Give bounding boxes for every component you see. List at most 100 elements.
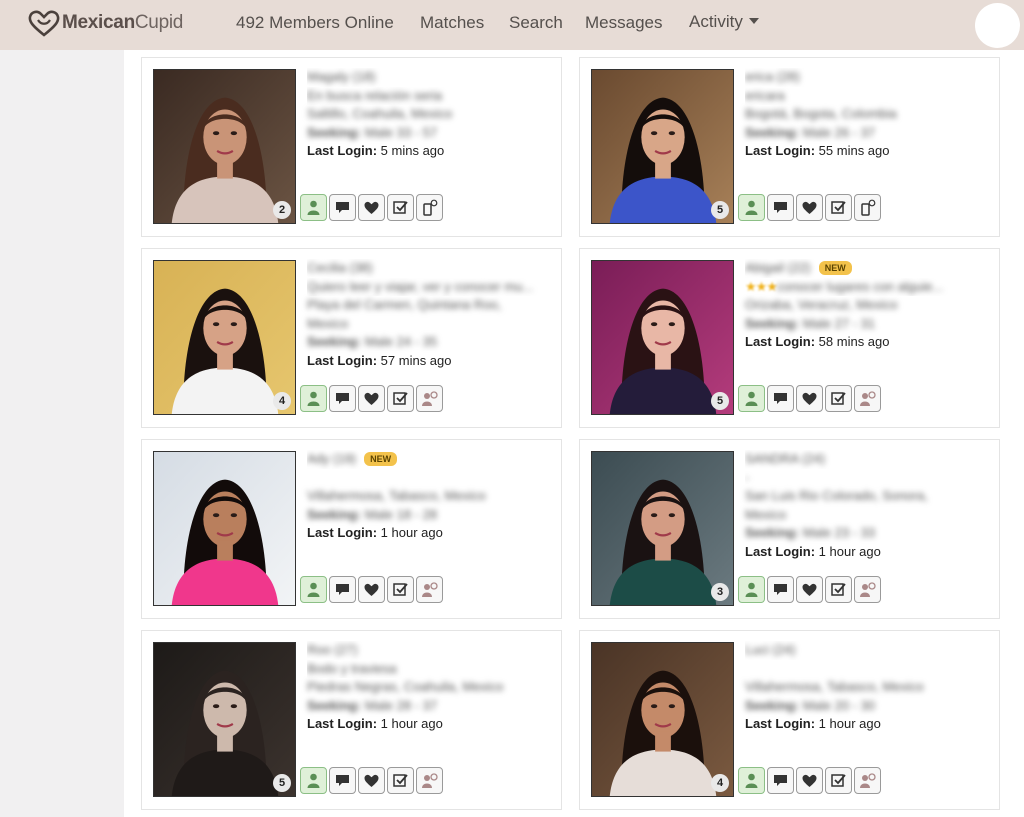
member-photo[interactable]: 2	[153, 69, 296, 224]
send-message-button[interactable]	[767, 576, 794, 603]
photo-count-badge: 3	[711, 583, 729, 601]
mobile-status-button[interactable]	[416, 194, 443, 221]
site-logo[interactable]: MexicanCupid	[28, 9, 183, 37]
user-avatar[interactable]	[975, 3, 1020, 48]
member-name[interactable]: Luci (24)	[745, 641, 796, 660]
add-favorite-button[interactable]	[387, 194, 414, 221]
messages-link[interactable]: Messages	[585, 13, 662, 33]
chat-status-button[interactable]	[854, 576, 881, 603]
member-name[interactable]: SANDRA (24)	[745, 450, 825, 469]
photo-count-badge: 5	[711, 201, 729, 219]
send-message-button[interactable]	[767, 194, 794, 221]
member-name[interactable]: Ady (19)	[307, 450, 356, 469]
member-tagline: Bodo y traviesa	[307, 660, 397, 676]
add-favorite-button[interactable]	[825, 767, 852, 794]
view-profile-button[interactable]	[300, 767, 327, 794]
send-like-button[interactable]	[796, 385, 823, 412]
send-message-button[interactable]	[329, 194, 356, 221]
member-card-2: 5 erica (28) ericara Bogotá, Bogota, Col…	[579, 57, 1000, 237]
member-photo[interactable]: 5	[591, 69, 734, 224]
member-location: Playa del Carmen, Quintana Roo,	[307, 297, 502, 312]
message-icon	[336, 775, 349, 786]
send-like-button[interactable]	[796, 194, 823, 221]
profile-icon	[745, 391, 758, 406]
send-like-button[interactable]	[796, 767, 823, 794]
view-profile-button[interactable]	[738, 767, 765, 794]
checkbox-icon	[393, 583, 408, 596]
add-favorite-button[interactable]	[387, 767, 414, 794]
view-profile-button[interactable]	[300, 194, 327, 221]
tagline-row	[307, 469, 552, 488]
chat-status-button[interactable]	[416, 767, 443, 794]
send-message-button[interactable]	[767, 767, 794, 794]
member-tagline: En busca relación seria	[307, 87, 443, 103]
member-name[interactable]: erica (28)	[745, 68, 800, 87]
message-icon	[774, 202, 787, 213]
send-message-button[interactable]	[329, 385, 356, 412]
name-row: Cecilia (38)	[307, 259, 552, 278]
view-profile-button[interactable]	[300, 576, 327, 603]
tagline-row: ericara	[745, 87, 990, 106]
chat-icon	[422, 582, 438, 597]
member-seeking: Seeking: Male 27 - 31	[745, 315, 876, 331]
photo-image	[154, 452, 295, 605]
last-login: Last Login: 1 hour ago	[307, 525, 443, 540]
member-photo[interactable]: 3	[591, 451, 734, 606]
member-seeking: Seeking: Male 23 - 33	[745, 525, 876, 540]
member-photo[interactable]: 5	[591, 260, 734, 415]
add-favorite-button[interactable]	[825, 385, 852, 412]
last-login: Last Login: 1 hour ago	[745, 543, 881, 559]
member-photo[interactable]: 5	[153, 642, 296, 797]
matches-link[interactable]: Matches	[420, 13, 484, 33]
member-info: Magaly (18) En busca relación seria Salt…	[307, 68, 552, 161]
view-profile-button[interactable]	[738, 576, 765, 603]
member-photo[interactable]: 4	[591, 642, 734, 797]
send-like-button[interactable]	[358, 194, 385, 221]
member-info: Luci (24) Villahermosa, Tabasco, Mexico …	[745, 641, 990, 734]
profile-icon	[307, 582, 320, 597]
view-profile-button[interactable]	[738, 385, 765, 412]
member-seeking: Seeking: Male 24 - 35	[307, 334, 438, 349]
add-favorite-button[interactable]	[387, 576, 414, 603]
action-buttons	[738, 767, 881, 794]
member-photo[interactable]	[153, 451, 296, 606]
add-favorite-button[interactable]	[825, 194, 852, 221]
mobile-icon	[861, 199, 876, 216]
send-like-button[interactable]	[796, 576, 823, 603]
member-name[interactable]: Magaly (18)	[307, 68, 376, 87]
members-online-link[interactable]: 492 Members Online	[236, 13, 394, 33]
mobile-status-button[interactable]	[854, 194, 881, 221]
send-like-button[interactable]	[358, 385, 385, 412]
view-profile-button[interactable]	[738, 194, 765, 221]
chat-status-button[interactable]	[416, 385, 443, 412]
action-buttons	[300, 767, 443, 794]
add-favorite-button[interactable]	[387, 385, 414, 412]
member-photo[interactable]: 4	[153, 260, 296, 415]
chat-status-button[interactable]	[854, 385, 881, 412]
heart-icon	[364, 583, 379, 596]
action-buttons	[738, 194, 881, 221]
send-message-button[interactable]	[329, 576, 356, 603]
chat-status-button[interactable]	[854, 767, 881, 794]
member-info: Abigail (22) NEW ★★★conocer lugares con …	[745, 259, 990, 352]
search-link[interactable]: Search	[509, 13, 563, 33]
send-message-button[interactable]	[767, 385, 794, 412]
send-like-button[interactable]	[358, 576, 385, 603]
tagline-row: ★★★conocer lugares con alguie...	[745, 278, 990, 297]
chat-icon	[860, 582, 876, 597]
name-row: Luci (24)	[745, 641, 990, 660]
add-favorite-button[interactable]	[825, 576, 852, 603]
last-login: Last Login: 58 mins ago	[745, 334, 890, 349]
mobile-icon	[423, 199, 438, 216]
view-profile-button[interactable]	[300, 385, 327, 412]
activity-menu[interactable]: Activity	[689, 12, 759, 32]
member-name[interactable]: Cecilia (38)	[307, 259, 373, 278]
checkbox-icon	[831, 201, 846, 214]
member-name[interactable]: Abigail (22)	[745, 259, 811, 278]
send-like-button[interactable]	[358, 767, 385, 794]
member-name[interactable]: Roo (27)	[307, 641, 358, 660]
chat-status-button[interactable]	[416, 576, 443, 603]
member-seeking: Seeking: Male 18 - 28	[307, 506, 438, 522]
heart-icon	[802, 583, 817, 596]
send-message-button[interactable]	[329, 767, 356, 794]
